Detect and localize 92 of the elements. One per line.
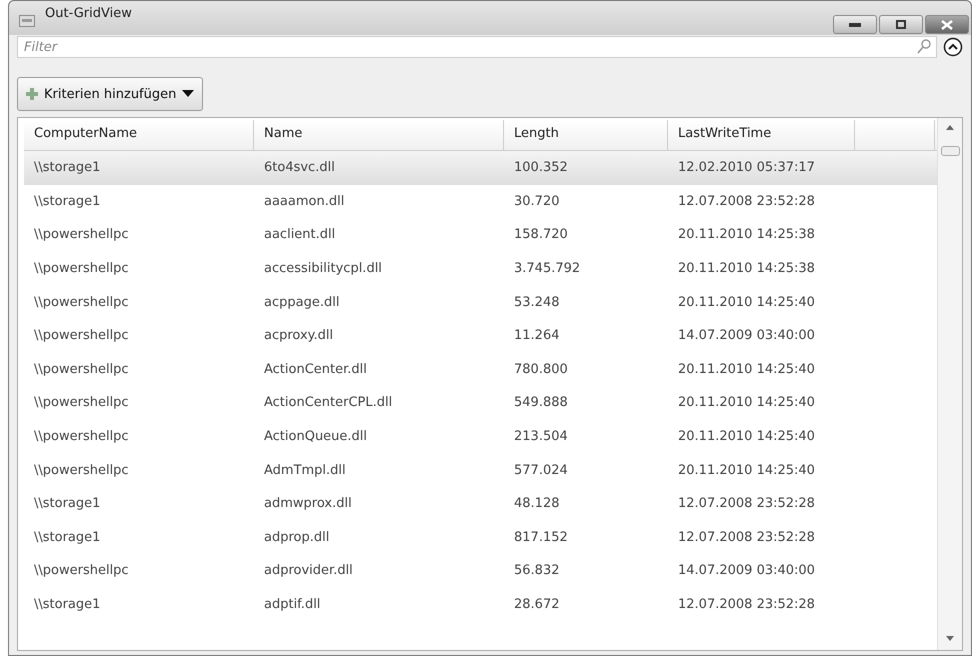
table-cell-text: adprop.dll xyxy=(263,530,330,545)
table-cell-text: \\storage1 xyxy=(33,597,102,612)
maximize-button[interactable] xyxy=(879,15,923,34)
table-cell-text: 20.11.2010 14:25:40 xyxy=(677,429,816,444)
table-cell-text: 28.672 xyxy=(513,597,560,612)
table-cell-text: ActionCenterCPL.dll xyxy=(263,395,394,410)
table-cell-text: 11.264 xyxy=(513,328,560,344)
table-cell-text: 14.07.2009 03:40:00 xyxy=(677,563,816,578)
minimize-button[interactable] xyxy=(833,15,877,34)
table-cell-text: adptif.dll xyxy=(263,597,322,612)
table-cell-text: \\powershellpc xyxy=(33,227,130,242)
table-row[interactable]: \\powershellpc ActionQueue.dll 213.504 20.11.2010 14:25:40 xyxy=(24,420,937,454)
table-row[interactable]: \\storage1 admwprox.dll 48.128 12.07.2008 23:52:28 xyxy=(24,486,937,521)
table-cell-text: \\storage1 xyxy=(33,496,102,512)
table-row[interactable]: \\powershellpc ActionCenter.dll 780.800 20.11.2010 14:25:40 xyxy=(24,352,937,386)
close-button[interactable] xyxy=(925,15,969,34)
window-title: Out-GridView xyxy=(45,6,132,21)
table-cell-text: ActionQueue.dll xyxy=(263,429,368,444)
column-header[interactable]: LastWriteTime xyxy=(668,120,855,150)
table-row[interactable]: \\storage1 adptif.dll 28.672 12.07.2008 23:52:28 xyxy=(24,588,937,622)
table-cell-text: 12.07.2008 23:52:28 xyxy=(677,530,816,545)
table-row[interactable]: \\powershellpc accessibilitycpl.dll 3.745.792 20.11.2010 14:25:38 xyxy=(24,252,937,286)
table-cell-text: adprovider.dll xyxy=(263,563,354,578)
table-cell-text: 56.832 xyxy=(513,563,560,578)
table-row[interactable]: \\powershellpc AdmTmpl.dll 577.024 20.11.2010 14:25:40 xyxy=(24,453,937,487)
table-cell-text: 12.07.2008 23:52:28 xyxy=(677,496,816,512)
table-cell-text: 12.02.2010 05:37:17 xyxy=(677,160,816,176)
table-cell-text: \\storage1 xyxy=(33,194,102,209)
plus-icon xyxy=(26,88,38,100)
scroll-down-icon[interactable] xyxy=(946,636,954,642)
scroll-up-icon[interactable] xyxy=(946,124,954,130)
caret-icon xyxy=(182,90,194,98)
filter-field[interactable]: Filter xyxy=(17,36,937,58)
table-cell-text: \\powershellpc xyxy=(33,328,130,344)
table-cell-text: \\storage1 xyxy=(33,160,102,176)
table-row[interactable]: \\storage1 6to4svc.dll 100.352 12.02.2010 05:37:17 xyxy=(24,151,937,185)
search-icon xyxy=(917,39,931,55)
table-cell-text: 14.07.2009 03:40:00 xyxy=(677,328,816,344)
table-row[interactable]: \\powershellpc ActionCenterCPL.dll 549.888 20.11.2010 14:25:40 xyxy=(24,386,937,420)
table-row[interactable]: \\storage1 adprop.dll 817.152 12.07.2008 23:52:28 xyxy=(24,520,937,554)
table-cell-text: 20.11.2010 14:25:40 xyxy=(677,462,816,478)
column-header[interactable]: Length xyxy=(504,120,668,150)
table-row[interactable]: \\powershellpc aaclient.dll 158.720 20.11.2010 14:25:38 xyxy=(24,218,937,252)
table-cell-text: aaaamon.dll xyxy=(263,194,346,209)
collapse-icon[interactable] xyxy=(943,37,963,57)
table-cell-text: 12.07.2008 23:52:28 xyxy=(677,597,816,612)
table-cell-text: 30.720 xyxy=(513,194,560,209)
table-cell-text: \\powershellpc xyxy=(33,294,130,310)
table-cell-text: 100.352 xyxy=(513,160,569,176)
scrollbar-thumb[interactable] xyxy=(941,146,960,156)
table-cell-text: 3.745.792 xyxy=(513,261,582,276)
maximize-icon xyxy=(896,20,906,29)
table-cell-text: \\storage1 xyxy=(33,530,102,545)
column-header[interactable]: Name xyxy=(254,120,504,150)
minimize-icon xyxy=(849,22,861,26)
table-cell-text: 20.11.2010 14:25:40 xyxy=(677,395,816,410)
table-cell-text: \\powershellpc xyxy=(33,362,130,377)
table-cell-text: 20.11.2010 14:25:38 xyxy=(677,261,816,276)
table-cell-text: 158.720 xyxy=(513,227,569,242)
table-cell-text: 817.152 xyxy=(513,530,569,545)
table-cell-text: \\powershellpc xyxy=(33,563,130,578)
table-cell-text: 20.11.2010 14:25:40 xyxy=(677,294,816,310)
table-row[interactable]: \\powershellpc acproxy.dll 11.264 14.07.2009 03:40:00 xyxy=(24,318,937,353)
table-cell-text: AdmTmpl.dll xyxy=(263,462,347,478)
column-header[interactable]: ComputerName xyxy=(24,120,254,150)
table-cell-text: \\powershellpc xyxy=(33,261,130,276)
table-cell-text: acproxy.dll xyxy=(263,328,334,344)
table-cell-text: 577.024 xyxy=(513,462,569,478)
table-row[interactable]: \\powershellpc adprovider.dll 56.832 14.07.2009 03:40:00 xyxy=(24,554,937,588)
table-cell-text: 6to4svc.dll xyxy=(263,160,336,176)
table-row[interactable]: \\storage1 aaaamon.dll 30.720 12.07.2008 23:52:28 xyxy=(24,184,937,218)
add-criteria-button[interactable]: Kriterien hinzufügen xyxy=(17,77,204,111)
table-cell-text: acppage.dll xyxy=(263,294,340,310)
window-icon xyxy=(19,15,35,27)
table-cell-text: 780.800 xyxy=(513,362,569,377)
table-cell-text: 20.11.2010 14:25:40 xyxy=(677,362,816,377)
table-cell-text: 48.128 xyxy=(513,496,560,512)
table-cell-text: 213.504 xyxy=(513,429,569,444)
table-row[interactable]: \\powershellpc acppage.dll 53.248 20.11.2010 14:25:40 xyxy=(24,285,937,319)
table-cell-text: admwprox.dll xyxy=(263,496,353,512)
table-cell-text: 20.11.2010 14:25:38 xyxy=(677,227,816,242)
table-cell-text: 53.248 xyxy=(513,294,560,310)
table-cell-text: 12.07.2008 23:52:28 xyxy=(677,194,816,209)
table-cell-text: accessibilitycpl.dll xyxy=(263,261,383,276)
table-cell-text: ActionCenter.dll xyxy=(263,362,368,377)
scrollbar[interactable] xyxy=(937,118,962,650)
table-cell-text: \\powershellpc xyxy=(33,395,130,410)
table-cell-text: \\powershellpc xyxy=(33,462,130,478)
table-cell-text: \\powershellpc xyxy=(33,429,130,444)
table-cell-text: aaclient.dll xyxy=(263,227,336,242)
table-cell-text: 549.888 xyxy=(513,395,569,410)
close-icon xyxy=(941,20,953,30)
